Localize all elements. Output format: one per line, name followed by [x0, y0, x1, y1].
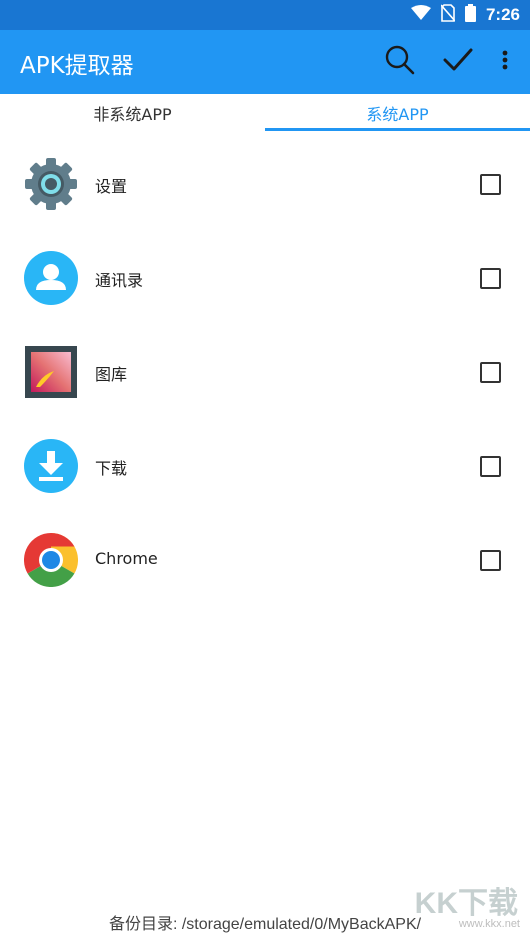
app-name: 图库	[95, 365, 128, 384]
battery-icon	[464, 4, 476, 26]
tab-bar: 非系统APP 系统APP	[0, 94, 530, 132]
app-list: 设置 通讯录 图库 下载 Chrome	[0, 137, 530, 607]
app-bar-actions	[382, 44, 512, 80]
app-title: APK提取器	[20, 53, 134, 79]
status-time: 7:26	[485, 5, 520, 24]
select-checkbox[interactable]	[480, 268, 501, 289]
search-icon	[385, 45, 415, 79]
app-name: 设置	[95, 177, 128, 196]
list-item[interactable]: Chrome	[0, 513, 530, 607]
select-all-button[interactable]	[440, 44, 476, 80]
more-vert-icon	[502, 50, 508, 74]
check-icon	[443, 47, 473, 77]
list-item[interactable]: 设置	[0, 137, 530, 231]
chrome-icon	[23, 533, 79, 588]
select-checkbox[interactable]	[480, 174, 501, 195]
status-bar: 7:26	[0, 0, 530, 30]
app-name: Chrome	[95, 549, 158, 568]
gallery-icon	[24, 345, 78, 399]
list-item[interactable]: 图库	[0, 325, 530, 419]
select-checkbox[interactable]	[480, 456, 501, 477]
contacts-icon	[24, 251, 78, 305]
list-item[interactable]: 下载	[0, 419, 530, 513]
tab-non-system-apps[interactable]: 非系统APP	[0, 94, 265, 132]
wifi-icon	[410, 5, 431, 25]
download-icon	[24, 439, 78, 493]
more-options-button[interactable]	[498, 44, 512, 80]
settings-icon	[24, 157, 78, 211]
watermark-url: www.kkx.net	[458, 918, 520, 930]
status-icons: 7:26	[410, 4, 520, 26]
watermark-logo: KK下载 www.kkx.net	[404, 878, 524, 932]
search-button[interactable]	[382, 44, 418, 80]
app-name: 下载	[95, 459, 128, 478]
app-name: 通讯录	[95, 271, 144, 290]
tab-system-apps[interactable]: 系统APP	[265, 94, 530, 132]
select-checkbox[interactable]	[480, 550, 501, 571]
list-item[interactable]: 通讯录	[0, 231, 530, 325]
tab-indicator	[265, 128, 530, 131]
watermark-brand: KK下载	[414, 887, 518, 920]
select-checkbox[interactable]	[480, 362, 501, 383]
app-bar: APK提取器	[0, 30, 530, 94]
no-sim-icon	[440, 4, 456, 26]
